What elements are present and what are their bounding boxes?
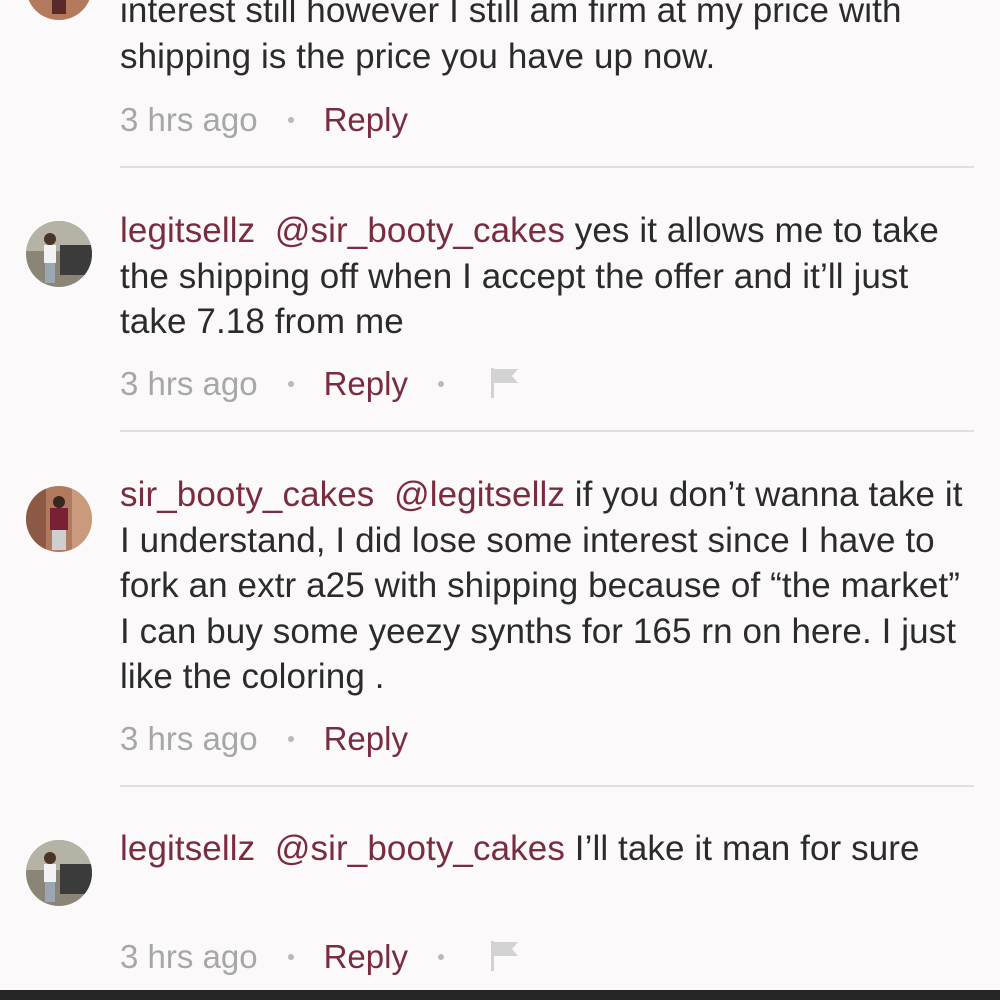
- divider: [120, 166, 974, 168]
- timestamp: 3 hrs ago: [120, 720, 258, 757]
- separator-dot: [287, 381, 294, 388]
- reply-button[interactable]: Reply: [324, 938, 408, 975]
- flag-icon[interactable]: [488, 938, 522, 981]
- avatar[interactable]: [26, 486, 92, 552]
- comments-page: interest still however I still am firm a…: [0, 0, 1000, 1000]
- timestamp: 3 hrs ago: [120, 938, 258, 975]
- comment-meta: 3 hrs ago Reply: [120, 364, 522, 404]
- mention-link[interactable]: @sir_booty_cakes: [275, 211, 565, 250]
- timestamp: 3 hrs ago: [120, 101, 258, 138]
- avatar[interactable]: [26, 221, 92, 287]
- comment-body: sir_booty_cakes @legitsellz if you don’t…: [120, 472, 974, 700]
- comment-body: interest still however I still am firm a…: [120, 0, 974, 79]
- comment-text: interest still however I still am firm a…: [120, 0, 902, 76]
- divider: [120, 430, 974, 432]
- avatar[interactable]: [26, 0, 92, 20]
- mention-link[interactable]: @legitsellz: [394, 475, 565, 514]
- username-link[interactable]: legitsellz: [120, 211, 255, 250]
- mention-link[interactable]: @sir_booty_cakes: [275, 829, 565, 868]
- separator-dot: [437, 381, 444, 388]
- comment-body: legitsellz @sir_booty_cakes yes it allow…: [120, 208, 974, 345]
- flag-icon[interactable]: [488, 365, 522, 408]
- separator-dot: [287, 736, 294, 743]
- reply-button[interactable]: Reply: [324, 720, 408, 757]
- bottom-bar: [0, 990, 1000, 1000]
- reply-button[interactable]: Reply: [324, 365, 408, 402]
- comment-body: legitsellz @sir_booty_cakes I’ll take it…: [120, 826, 974, 872]
- username-link[interactable]: legitsellz: [120, 829, 255, 868]
- separator-dot: [287, 954, 294, 961]
- reply-button[interactable]: Reply: [324, 101, 408, 138]
- divider: [120, 785, 974, 787]
- username-link[interactable]: sir_booty_cakes: [120, 475, 374, 514]
- comment-text: I’ll take it man for sure: [574, 829, 920, 868]
- comment-meta: 3 hrs ago Reply: [120, 100, 408, 140]
- separator-dot: [437, 954, 444, 961]
- comment-meta: 3 hrs ago Reply: [120, 719, 408, 759]
- avatar[interactable]: [26, 840, 92, 906]
- separator-dot: [287, 117, 294, 124]
- timestamp: 3 hrs ago: [120, 365, 258, 402]
- comment-meta: 3 hrs ago Reply: [120, 937, 522, 977]
